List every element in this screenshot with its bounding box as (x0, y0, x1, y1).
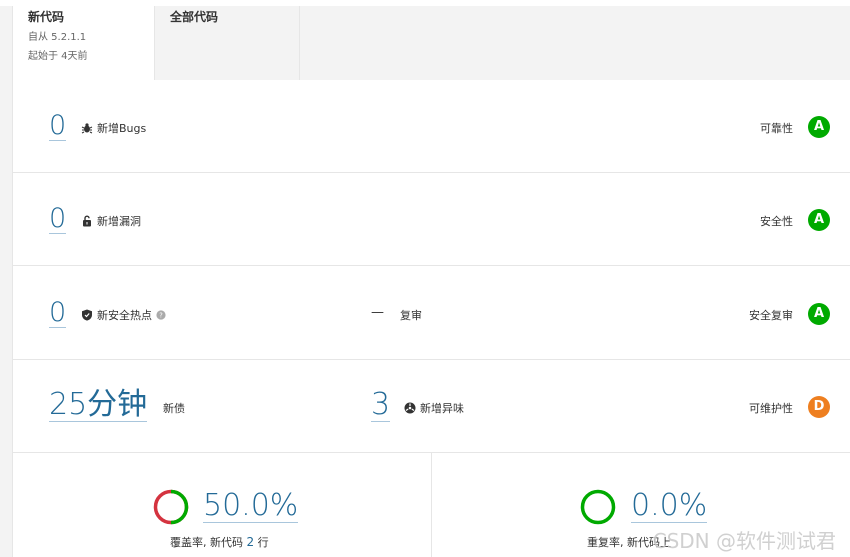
measures-panel: 0 新增Bugs 可靠性 A 0 新增漏洞 安全性 A 0 新安全热点 ? — … (12, 80, 850, 557)
bug-icon (81, 123, 93, 134)
tab-new-code-started: 起始于 4天前 (28, 51, 88, 62)
new-debt-label: 新债 (163, 402, 185, 415)
tab-new-code[interactable]: 新代码 自从 5.2.1.1 起始于 4天前 (12, 6, 155, 80)
new-bugs-label: 新增Bugs (81, 120, 146, 136)
security-review-rating[interactable]: A (808, 303, 830, 325)
coverage-caption-suffix: 行 (257, 536, 269, 549)
smell-icon (404, 402, 416, 414)
help-icon[interactable]: ? (156, 310, 166, 320)
coverage-donut[interactable] (153, 489, 189, 525)
tab-all-code-title: 全部代码 (170, 10, 219, 24)
new-bugs-text: 新增Bugs (97, 122, 147, 135)
review-value: — (371, 305, 384, 320)
duplication-ring (580, 489, 616, 525)
security-label: 安全性 (760, 215, 793, 228)
row-hotspots: 0 新安全热点 ? — 复审 安全复审 A (13, 267, 850, 360)
new-vulnerabilities-value[interactable]: 0 (49, 205, 67, 234)
new-code-smells-label: 新增异味 (404, 400, 464, 416)
coverage-lines-count[interactable]: 2 (247, 535, 255, 549)
tab-new-code-since: 自从 5.2.1.1 (28, 32, 87, 43)
row-bugs: 0 新增Bugs 可靠性 A (13, 80, 850, 173)
new-vulnerabilities-label: 新增漏洞 (81, 213, 141, 229)
new-debt-value[interactable]: 25分钟 (49, 390, 148, 422)
new-hotspots-label: 新安全热点 ? (81, 307, 166, 323)
new-code-smells-text: 新增异味 (420, 402, 464, 415)
new-bugs-value[interactable]: 0 (49, 112, 67, 141)
reliability-label: 可靠性 (760, 122, 793, 135)
security-review-label: 安全复审 (749, 309, 793, 322)
new-code-smells-value[interactable]: 3 (371, 390, 391, 422)
period-tabs: 新代码 自从 5.2.1.1 起始于 4天前 全部代码 (12, 6, 850, 80)
row-vulnerabilities: 0 新增漏洞 安全性 A (13, 173, 850, 266)
new-hotspots-value[interactable]: 0 (49, 299, 67, 328)
duplication-value[interactable]: 0.0% (631, 491, 708, 523)
duplication-donut[interactable] (580, 489, 616, 525)
review-label: 复审 (400, 309, 422, 322)
coverage-value[interactable]: 50.0% (203, 491, 299, 523)
tab-new-code-title: 新代码 (28, 10, 65, 24)
maintainability-rating[interactable]: D (808, 396, 830, 418)
reliability-rating[interactable]: A (808, 116, 830, 138)
maintainability-label: 可维护性 (749, 402, 793, 415)
tab-all-code[interactable]: 全部代码 (155, 6, 300, 80)
new-vulnerabilities-text: 新增漏洞 (97, 215, 141, 228)
coverage-caption: 覆盖率, 新代码 2 行 (170, 534, 269, 550)
shield-icon (82, 309, 92, 321)
security-rating[interactable]: A (808, 209, 830, 231)
lock-icon (83, 215, 91, 227)
row-maintainability: 25分钟 新债 3 新增异味 可维护性 D (13, 360, 850, 453)
svg-text:?: ? (159, 312, 163, 320)
watermark: CSDN @软件测试君 (652, 529, 836, 553)
bottom-divider (431, 453, 432, 557)
new-hotspots-text: 新安全热点 (97, 309, 152, 322)
coverage-caption-prefix: 覆盖率, 新代码 (170, 536, 243, 549)
